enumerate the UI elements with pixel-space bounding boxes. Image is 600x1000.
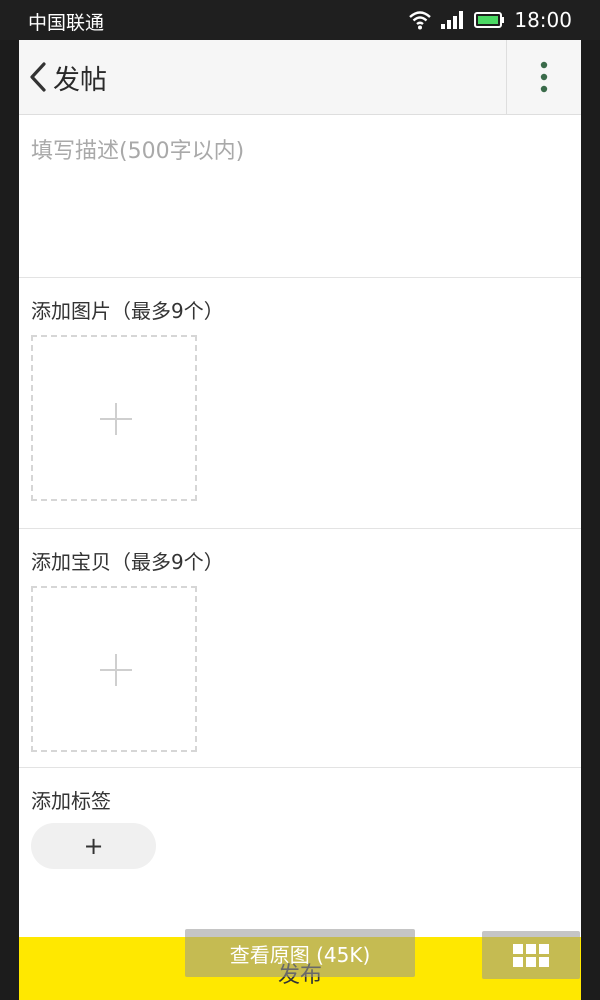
add-items-label: 添加宝贝（最多9个） xyxy=(31,550,224,574)
carrier-name: 中国联通 xyxy=(28,12,105,34)
view-original-button[interactable]: 查看原图 (45K) xyxy=(185,929,415,977)
add-images-label: 添加图片（最多9个） xyxy=(31,299,224,323)
divider xyxy=(19,767,581,768)
back-button[interactable]: 发帖 xyxy=(19,40,139,114)
status-icons: 18:00 xyxy=(408,7,572,33)
status-bar: 中国联通 18:00 xyxy=(0,0,600,40)
grid-menu-button[interactable] xyxy=(482,931,580,979)
add-tag-button[interactable]: + xyxy=(31,823,156,869)
clock: 18:00 xyxy=(514,8,572,32)
view-original-label: 查看原图 (45K) xyxy=(229,942,371,967)
add-tags-label: 添加标签 xyxy=(31,789,111,813)
plus-icon-vertical xyxy=(115,403,117,435)
page-title: 发帖 xyxy=(53,64,107,96)
add-item-button[interactable] xyxy=(31,586,197,752)
description-input[interactable]: 填写描述(500字以内) xyxy=(19,115,581,278)
battery-icon xyxy=(474,12,505,28)
chevron-left-icon xyxy=(30,62,46,92)
grid-icon xyxy=(513,943,549,967)
app-bar: 发帖 xyxy=(19,40,581,115)
plus-icon-vertical xyxy=(115,654,117,686)
post-screen: 发帖 填写描述(500字以内) 添加图片（最多9个） 添加宝贝（最多9个） 添加… xyxy=(19,40,581,1000)
more-vertical-icon xyxy=(540,61,548,93)
divider xyxy=(19,528,581,529)
add-image-button[interactable] xyxy=(31,335,197,501)
description-placeholder: 填写描述(500字以内) xyxy=(31,139,245,164)
signal-icon xyxy=(441,11,464,29)
wifi-icon xyxy=(409,11,432,30)
plus-icon: + xyxy=(83,832,104,860)
more-menu-button[interactable] xyxy=(506,40,581,114)
